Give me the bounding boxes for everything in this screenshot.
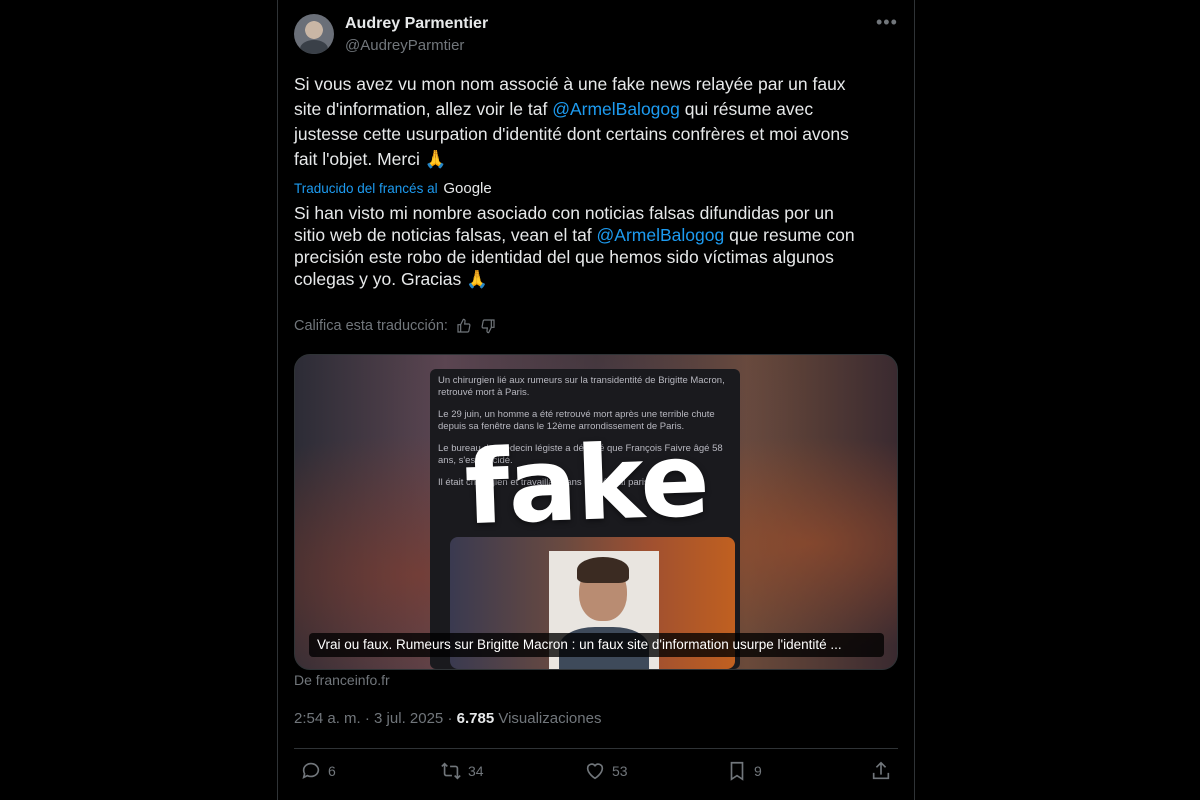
mention-link[interactable]: @ArmelBalogog bbox=[597, 225, 725, 245]
tweet-text-segment: qui résume avec bbox=[679, 99, 814, 119]
reply-count: 6 bbox=[328, 763, 336, 779]
translation-line: Si han visto mi nombre asociado con noti… bbox=[294, 203, 834, 223]
tweet-line: Si vous avez vu mon nom associé à une fa… bbox=[294, 74, 846, 94]
tweet-line: justesse cette usurpation d'identité don… bbox=[294, 124, 849, 144]
tweet-column: Audrey Parmentier @AudreyParmtier ••• Si… bbox=[277, 0, 915, 800]
separator: · bbox=[364, 710, 370, 727]
views-count: 6.785 bbox=[456, 710, 495, 727]
tweet-text: Si vous avez vu mon nom associé à une fa… bbox=[294, 72, 894, 172]
repost-count: 34 bbox=[468, 763, 484, 779]
repost-icon bbox=[441, 762, 461, 780]
translated-label: Traducido del francés al bbox=[294, 181, 438, 196]
like-button[interactable]: 53 bbox=[584, 760, 628, 782]
action-bar: 6 34 53 9 bbox=[294, 760, 898, 790]
translation-line: precisión este robo de identidad del que… bbox=[294, 247, 834, 267]
rate-label: Califica esta traducción: bbox=[294, 318, 448, 334]
rate-translation: Califica esta traducción: bbox=[294, 318, 496, 334]
tweet-line: fait l'objet. Merci 🙏 bbox=[294, 149, 447, 169]
tweet-time[interactable]: 2:54 a. m. bbox=[294, 710, 361, 727]
tweet-date[interactable]: 3 jul. 2025 bbox=[374, 710, 443, 727]
thumbs-down-icon[interactable] bbox=[480, 318, 496, 334]
share-icon bbox=[872, 761, 890, 780]
translation-line: colegas y yo. Gracias 🙏 bbox=[294, 269, 488, 289]
repost-button[interactable]: 34 bbox=[440, 760, 484, 782]
translated-by[interactable]: Traducido del francés al Google bbox=[294, 180, 492, 197]
translation-text-segment: que resume con bbox=[724, 225, 855, 245]
tweet-line: site d'information, allez voir le taf @A… bbox=[294, 97, 894, 122]
portrait-hair bbox=[577, 557, 629, 583]
tweet-meta: 2:54 a. m. · 3 jul. 2025 · 6.785 Visuali… bbox=[294, 710, 601, 727]
translation-text: Si han visto mi nombre asociado con noti… bbox=[294, 202, 894, 290]
fake-stamp: fake bbox=[462, 420, 711, 549]
avatar[interactable] bbox=[294, 14, 334, 54]
heart-icon bbox=[586, 763, 604, 780]
share-button[interactable] bbox=[870, 760, 892, 782]
reply-icon bbox=[302, 762, 320, 779]
mention-link[interactable]: @ArmelBalogog bbox=[552, 99, 680, 119]
author-handle[interactable]: @AudreyParmtier bbox=[345, 37, 464, 54]
article-paragraph: Un chirurgien lié aux rumeurs sur la tra… bbox=[438, 375, 725, 398]
bookmark-icon bbox=[730, 761, 744, 781]
card-caption[interactable]: Vrai ou faux. Rumeurs sur Brigitte Macro… bbox=[309, 633, 884, 657]
views-label: Visualizaciones bbox=[498, 710, 602, 727]
author-name[interactable]: Audrey Parmentier bbox=[345, 15, 488, 33]
reply-button[interactable]: 6 bbox=[300, 760, 336, 782]
divider bbox=[294, 748, 898, 749]
thumbs-up-icon[interactable] bbox=[456, 318, 472, 334]
translation-line: sitio web de noticias falsas, vean el ta… bbox=[294, 224, 894, 246]
bookmark-button[interactable]: 9 bbox=[726, 760, 762, 782]
card-source[interactable]: De franceinfo.fr bbox=[294, 672, 390, 688]
google-logo: Google bbox=[443, 180, 492, 197]
translation-text-segment: sitio web de noticias falsas, vean el ta… bbox=[294, 225, 597, 245]
more-icon[interactable]: ••• bbox=[876, 12, 898, 33]
like-count: 53 bbox=[612, 763, 628, 779]
separator: · bbox=[447, 710, 453, 727]
tweet-text-segment: site d'information, allez voir le taf bbox=[294, 99, 553, 119]
bookmark-count: 9 bbox=[754, 763, 762, 779]
link-card[interactable]: Un chirurgien lié aux rumeurs sur la tra… bbox=[294, 354, 898, 670]
